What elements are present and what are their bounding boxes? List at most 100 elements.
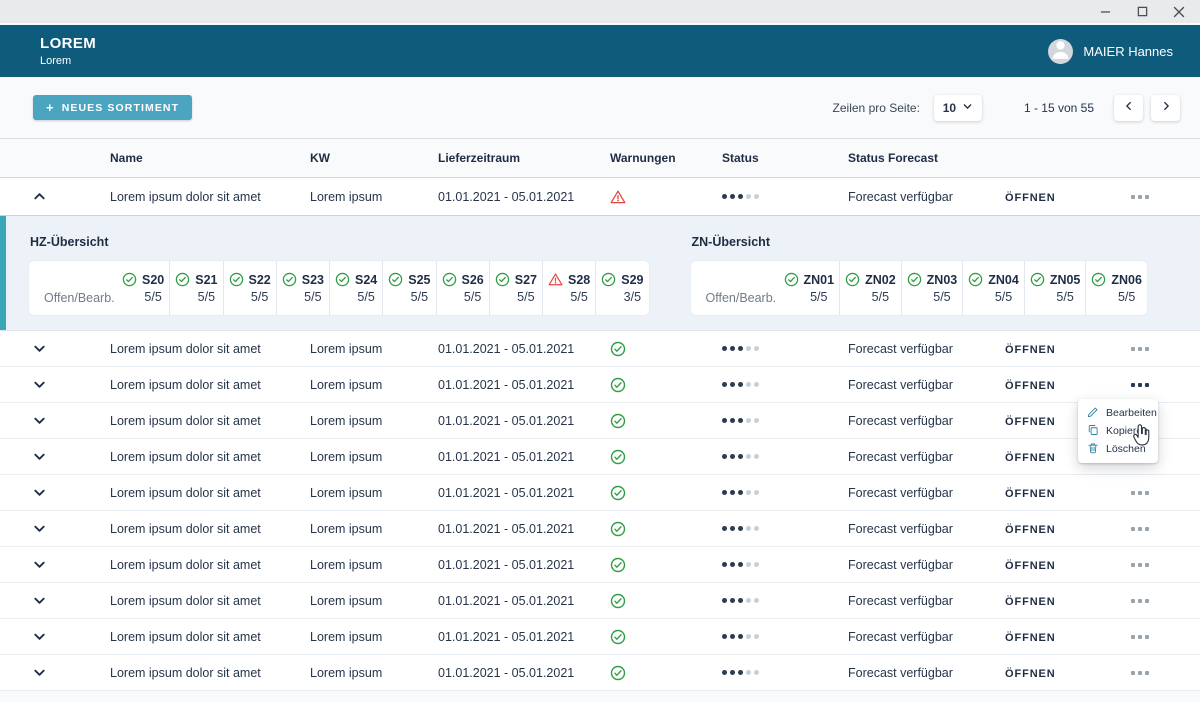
user-menu[interactable]: MAIER Hannes: [1048, 39, 1173, 64]
chip-value: 5/5: [1118, 290, 1135, 304]
row-lieferzeitraum: 01.01.2021 - 05.01.2021: [438, 450, 610, 464]
chip-label: S28: [568, 273, 590, 287]
table-row: Lorem ipsum dolor sit amet Lorem ipsum 0…: [0, 475, 1200, 511]
row-expander[interactable]: [0, 593, 110, 608]
chevron-down-icon: [32, 485, 47, 500]
row-expander[interactable]: [0, 629, 110, 644]
row-name: Lorem ipsum dolor sit amet: [110, 450, 310, 464]
close-icon[interactable]: [1171, 4, 1187, 20]
check-circle-icon: [968, 272, 983, 287]
row-name: Lorem ipsum dolor sit amet: [110, 666, 310, 680]
rows-per-page-value: 10: [943, 101, 956, 115]
row-status-dots: [722, 490, 848, 495]
chevron-down-icon: [962, 101, 973, 115]
row-warning: [610, 593, 722, 609]
check-circle-icon: [122, 272, 137, 287]
row-actions-button[interactable]: [1129, 342, 1151, 356]
row-expander[interactable]: [0, 521, 110, 536]
open-button[interactable]: ÖFFNEN: [1005, 632, 1056, 644]
status-chip: S21 5/5: [169, 261, 222, 315]
row-lieferzeitraum: 01.01.2021 - 05.01.2021: [438, 666, 610, 680]
row-lieferzeitraum: 01.01.2021 - 05.01.2021: [438, 190, 610, 204]
row-status-forecast: Forecast verfügbar: [848, 450, 1005, 464]
row-expander[interactable]: [0, 189, 110, 204]
chevron-down-icon: [32, 665, 47, 680]
row-actions-button[interactable]: [1129, 486, 1151, 500]
hz-section: HZ-Übersicht Offen/Bearb. S20 5/5 S21 5/…: [28, 235, 650, 330]
row-kw: Lorem ipsum: [310, 486, 438, 500]
row-warning: [610, 557, 722, 573]
status-chip: ZN05 5/5: [1024, 261, 1086, 315]
row-actions-button[interactable]: [1129, 594, 1151, 608]
open-button[interactable]: ÖFFNEN: [1005, 344, 1056, 356]
row-actions-button[interactable]: [1129, 190, 1151, 204]
hz-card: Offen/Bearb. S20 5/5 S21 5/5 S22 5/5 S23: [28, 260, 650, 316]
open-button[interactable]: ÖFFNEN: [1005, 596, 1056, 608]
check-circle-icon: [335, 272, 350, 287]
row-status-dots: [722, 526, 848, 531]
row-actions-button[interactable]: [1129, 666, 1151, 680]
open-button[interactable]: ÖFFNEN: [1005, 380, 1056, 392]
open-button[interactable]: ÖFFNEN: [1005, 192, 1056, 204]
chevron-up-icon: [32, 189, 47, 204]
context-menu: Bearbeiten Kopieren Löschen: [1078, 399, 1158, 463]
open-button[interactable]: ÖFFNEN: [1005, 560, 1056, 572]
chip-label: S21: [195, 273, 217, 287]
open-button[interactable]: ÖFFNEN: [1005, 524, 1056, 536]
status-chip: ZN06 5/5: [1085, 261, 1147, 315]
zn-card: Offen/Bearb. ZN01 5/5 ZN02 5/5 ZN03 5/5: [690, 260, 1148, 316]
person-icon: [1048, 39, 1073, 64]
row-warning: [610, 665, 722, 681]
minimize-icon[interactable]: [1097, 4, 1113, 20]
row-warning: [610, 521, 722, 537]
row-expander[interactable]: [0, 377, 110, 392]
next-page-button[interactable]: [1151, 95, 1180, 121]
row-expander[interactable]: [0, 485, 110, 500]
row-expander[interactable]: [0, 341, 110, 356]
open-button[interactable]: ÖFFNEN: [1005, 668, 1056, 680]
check-circle-icon: [907, 272, 922, 287]
row-warning: [610, 413, 722, 429]
page-title: LOREM: [40, 35, 96, 52]
context-menu-item-bearbeiten[interactable]: Bearbeiten: [1078, 404, 1158, 422]
chevron-down-icon: [32, 377, 47, 392]
row-status-forecast: Forecast verfügbar: [848, 414, 1005, 428]
prev-page-button[interactable]: [1114, 95, 1143, 121]
row-actions-button[interactable]: [1129, 522, 1151, 536]
column-header-name: Name: [110, 151, 310, 165]
context-menu-item-kopieren[interactable]: Kopieren: [1078, 422, 1158, 440]
open-button[interactable]: ÖFFNEN: [1005, 488, 1056, 500]
chip-label: ZN05: [1050, 273, 1081, 287]
row-status-dots: [722, 670, 848, 675]
open-button[interactable]: ÖFFNEN: [1005, 416, 1056, 428]
chip-value: 5/5: [464, 290, 481, 304]
chevron-down-icon: [32, 593, 47, 608]
chip-value: 5/5: [995, 290, 1012, 304]
rows-per-page-select[interactable]: 10: [934, 95, 982, 121]
row-actions-button[interactable]: [1129, 378, 1151, 392]
neues-sortiment-label: NEUES SORTIMENT: [62, 102, 179, 114]
maximize-icon[interactable]: [1134, 4, 1150, 20]
row-expander[interactable]: [0, 449, 110, 464]
pagination-range: 1 - 15 von 55: [1024, 101, 1094, 115]
status-chip: ZN02 5/5: [839, 261, 901, 315]
row-expander[interactable]: [0, 557, 110, 572]
check-circle-icon: [282, 272, 297, 287]
row-status-forecast: Forecast verfügbar: [848, 486, 1005, 500]
row-expander[interactable]: [0, 413, 110, 428]
table-row: Lorem ipsum dolor sit amet Lorem ipsum 0…: [0, 619, 1200, 655]
row-expander[interactable]: [0, 665, 110, 680]
open-button[interactable]: ÖFFNEN: [1005, 452, 1056, 464]
context-menu-item-loeschen[interactable]: Löschen: [1078, 440, 1158, 458]
chip-value: 5/5: [198, 290, 215, 304]
column-header-kw: KW: [310, 151, 438, 165]
row-actions-button[interactable]: [1129, 630, 1151, 644]
trash-icon: [1087, 442, 1099, 457]
chip-value: 5/5: [933, 290, 950, 304]
check-circle-icon: [601, 272, 616, 287]
neues-sortiment-button[interactable]: + NEUES SORTIMENT: [33, 95, 192, 120]
column-header-status: Status: [722, 151, 848, 165]
row-actions-button[interactable]: [1129, 558, 1151, 572]
row-kw: Lorem ipsum: [310, 630, 438, 644]
chevron-down-icon: [32, 557, 47, 572]
